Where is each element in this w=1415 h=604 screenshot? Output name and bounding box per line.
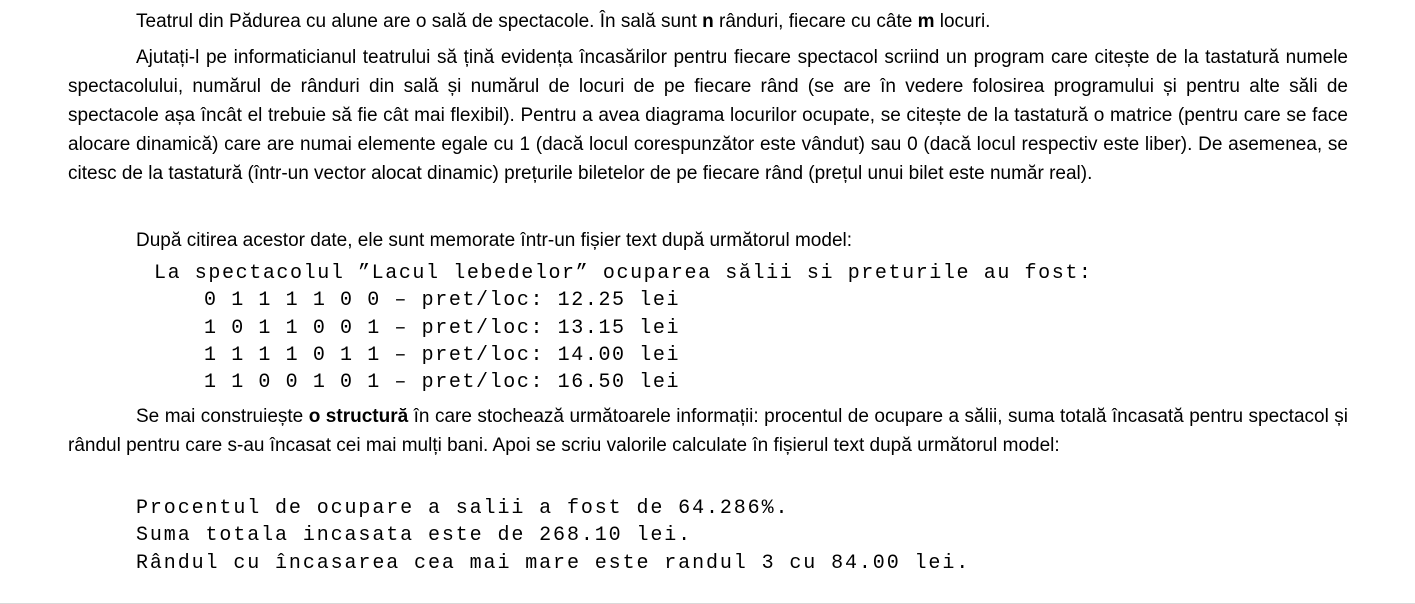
intro-text-end: locuri. [934, 11, 991, 32]
structure-text-start: Se mai construiește [136, 406, 309, 427]
structure-paragraph: Se mai construiește o structură în care … [68, 402, 1348, 460]
example-file-header: La spectacolul ”Lacul lebedelor” ocupare… [154, 262, 1093, 285]
example-output-line: Rândul cu încasarea cea mai mare este ra… [136, 551, 971, 575]
example-output-line: Suma totala incasata este de 268.10 lei. [136, 524, 693, 548]
seats-variable: m [917, 11, 935, 32]
structure-term: o structură [308, 406, 409, 427]
example-file-row: 1 1 1 1 0 1 1 – pret/loc: 14.00 lei [204, 343, 681, 367]
intro-text-middle: rânduri, fiecare cu câte [713, 11, 918, 32]
example-file-row: 1 1 0 0 1 0 1 – pret/loc: 16.50 lei [204, 371, 681, 395]
example-output-block: Procentul de ocupare a salii a fost de 6… [136, 495, 970, 577]
requirements-paragraph: Ajutați-l pe informaticianul teatrului s… [68, 47, 1348, 184]
intro-paragraph: Teatrul din Pădurea cu alune are o sală … [68, 7, 1348, 36]
document-page: Teatrul din Pădurea cu alune are o sală … [0, 0, 1415, 604]
example-file-block: La spectacolul ”Lacul lebedelor” ocupare… [154, 260, 1093, 396]
file-model-intro: După citirea acestor date, ele sunt memo… [136, 230, 853, 251]
example-output-line: Procentul de ocupare a salii a fost de 6… [136, 497, 790, 520]
example-file-row: 0 1 1 1 1 0 0 – pret/loc: 12.25 lei [204, 289, 681, 313]
rows-variable: n [702, 11, 714, 32]
intro-text-start: Teatrul din Pădurea cu alune are o sală … [136, 11, 703, 32]
example-file-row: 1 0 1 1 0 0 1 – pret/loc: 13.15 lei [204, 316, 681, 340]
